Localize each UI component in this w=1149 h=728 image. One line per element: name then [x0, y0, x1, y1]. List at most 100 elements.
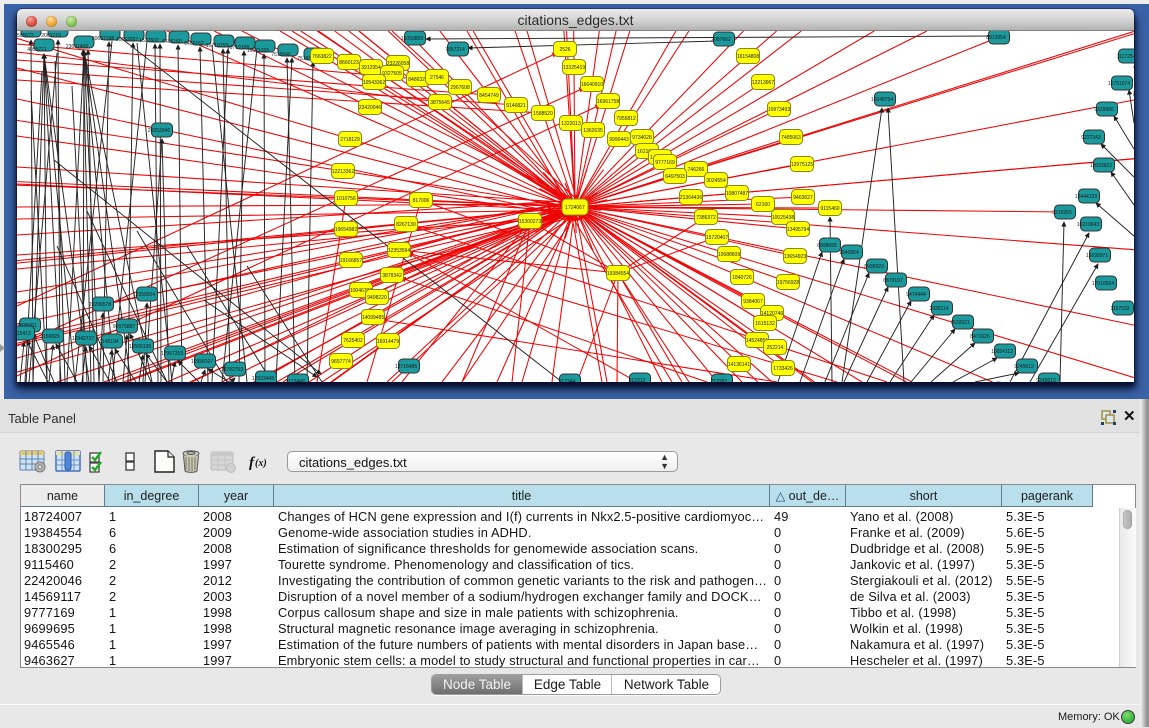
svg-text:9990443: 9990443 — [609, 137, 629, 143]
svg-text:2718129: 2718129 — [340, 137, 360, 143]
svg-text:16961758: 16961758 — [597, 99, 619, 105]
svg-text:1156829: 1156829 — [40, 334, 59, 340]
svg-text:12923448: 12923448 — [252, 376, 274, 382]
svg-text:20053346: 20053346 — [148, 128, 170, 134]
svg-text:1840726: 1840726 — [732, 275, 752, 281]
svg-text:3915413: 3915413 — [17, 331, 31, 337]
svg-text:9463627: 9463627 — [793, 195, 813, 201]
svg-text:8938923: 8938923 — [864, 264, 884, 270]
svg-text:10210643: 10210643 — [1077, 222, 1099, 228]
svg-text:6497503: 6497503 — [665, 174, 685, 180]
svg-text:62160: 62160 — [756, 202, 770, 208]
svg-text:10543362: 10543362 — [363, 80, 385, 86]
svg-text:3215955: 3215955 — [1052, 210, 1072, 216]
svg-text:1733426: 1733426 — [773, 366, 793, 372]
svg-text:3878342: 3878342 — [382, 273, 402, 279]
svg-text:15751074: 15751074 — [1108, 81, 1130, 87]
svg-text:6898695: 6898695 — [817, 243, 837, 249]
svg-text:7632621: 7632621 — [950, 320, 970, 326]
svg-text:16671355: 16671355 — [247, 48, 269, 54]
svg-text:13654923: 13654923 — [784, 254, 806, 260]
svg-text:12444129: 12444129 — [1075, 194, 1097, 200]
svg-text:12213362: 12213362 — [332, 169, 354, 175]
svg-text:1588520: 1588520 — [533, 111, 553, 117]
svg-text:10973493: 10973493 — [768, 107, 790, 113]
svg-text:7515546: 7515546 — [271, 52, 291, 58]
svg-text:10653267: 10653267 — [116, 37, 138, 43]
svg-text:1640954: 1640954 — [839, 250, 859, 256]
svg-text:23420046: 23420046 — [359, 105, 381, 111]
svg-text:90975887: 90975887 — [113, 324, 135, 330]
svg-text:15720407: 15720407 — [706, 235, 728, 241]
svg-text:12213967: 12213967 — [752, 80, 774, 86]
svg-text:9498220: 9498220 — [367, 295, 387, 301]
svg-text:27546: 27546 — [430, 75, 444, 81]
svg-text:16640910: 16640910 — [581, 82, 603, 88]
svg-text:15300273: 15300273 — [519, 219, 541, 225]
svg-text:9384067: 9384067 — [743, 299, 763, 305]
svg-text:4055721: 4055721 — [27, 47, 47, 53]
svg-text:17016504: 17016504 — [1092, 281, 1114, 287]
svg-text:7857214: 7857214 — [445, 47, 465, 53]
svg-text:(x): (x) — [255, 458, 267, 469]
svg-text:19654982: 19654982 — [335, 227, 357, 233]
svg-text:16914479: 16914479 — [377, 339, 399, 345]
svg-text:2967608: 2967608 — [450, 85, 470, 91]
svg-text:16782759: 16782759 — [221, 367, 243, 373]
svg-text:12359924: 12359924 — [133, 292, 155, 298]
svg-text:9227343: 9227343 — [1081, 135, 1101, 141]
svg-text:1117254: 1117254 — [1117, 54, 1134, 60]
svg-text:7386372: 7386372 — [696, 215, 716, 221]
svg-text:7955812: 7955812 — [616, 116, 636, 122]
svg-text:23691406: 23691406 — [66, 44, 88, 50]
svg-text:8660123: 8660123 — [339, 60, 359, 66]
svg-text:16648754: 16648754 — [871, 97, 893, 103]
svg-text:9329986: 9329986 — [1094, 107, 1114, 113]
svg-text:812312: 812312 — [629, 378, 646, 382]
svg-text:12942737: 12942737 — [72, 336, 94, 342]
svg-text:912344: 912344 — [559, 379, 576, 382]
svg-text:2087662: 2087662 — [711, 37, 731, 43]
svg-text:12093822: 12093822 — [1090, 163, 1112, 169]
svg-text:6879197: 6879197 — [883, 278, 903, 284]
svg-text:14099485: 14099485 — [362, 315, 384, 321]
svg-text:10807487: 10807487 — [726, 191, 748, 197]
svg-text:12975125: 12975125 — [791, 162, 813, 168]
svg-text:9115460: 9115460 — [820, 206, 839, 212]
svg-text:712387: 712387 — [711, 379, 728, 382]
svg-text:15692971: 15692971 — [1086, 253, 1108, 259]
svg-text:9123448: 9123448 — [285, 379, 305, 382]
svg-text:3024554: 3024554 — [706, 178, 726, 184]
svg-text:20637198: 20637198 — [92, 36, 114, 42]
svg-text:9777169: 9777169 — [655, 160, 675, 166]
svg-text:2935114: 2935114 — [929, 306, 948, 312]
svg-text:7485063: 7485063 — [781, 135, 801, 141]
svg-text:13495794: 13495794 — [787, 227, 809, 233]
svg-text:13325419: 13325419 — [563, 65, 585, 71]
svg-text:9245613: 9245613 — [1036, 378, 1056, 382]
svg-text:8486328: 8486328 — [408, 77, 428, 83]
svg-text:9474444: 9474444 — [906, 292, 926, 298]
svg-text:10719155: 10719155 — [206, 43, 228, 49]
svg-text:817006: 817006 — [413, 198, 430, 204]
svg-text:20206578: 20206578 — [89, 302, 111, 308]
svg-text:21364436: 21364436 — [680, 195, 702, 201]
svg-text:12353594: 12353594 — [388, 248, 410, 254]
svg-text:8267130: 8267130 — [396, 222, 416, 228]
svg-text:1615132: 1615132 — [755, 321, 775, 327]
svg-text:2063719: 2063719 — [41, 33, 61, 39]
svg-text:1010756: 1010756 — [336, 196, 356, 202]
svg-text:1145194: 1145194 — [99, 339, 118, 345]
svg-text:7625402: 7625402 — [343, 338, 363, 344]
svg-text:16053809: 16053809 — [401, 36, 423, 42]
svg-text:13716485: 13716485 — [395, 364, 417, 370]
svg-text:1167533: 1167533 — [1110, 306, 1129, 312]
svg-text:19384554: 19384554 — [607, 271, 629, 277]
svg-text:19756928: 19756928 — [777, 280, 799, 286]
svg-text:1527602: 1527602 — [139, 38, 159, 44]
svg-text:10654112: 10654112 — [991, 349, 1013, 355]
svg-text:8454749: 8454749 — [479, 93, 499, 99]
svg-text:9146821: 9146821 — [506, 103, 526, 109]
svg-text:6466160: 6466160 — [162, 39, 182, 45]
svg-text:6466162: 6466162 — [184, 41, 204, 47]
